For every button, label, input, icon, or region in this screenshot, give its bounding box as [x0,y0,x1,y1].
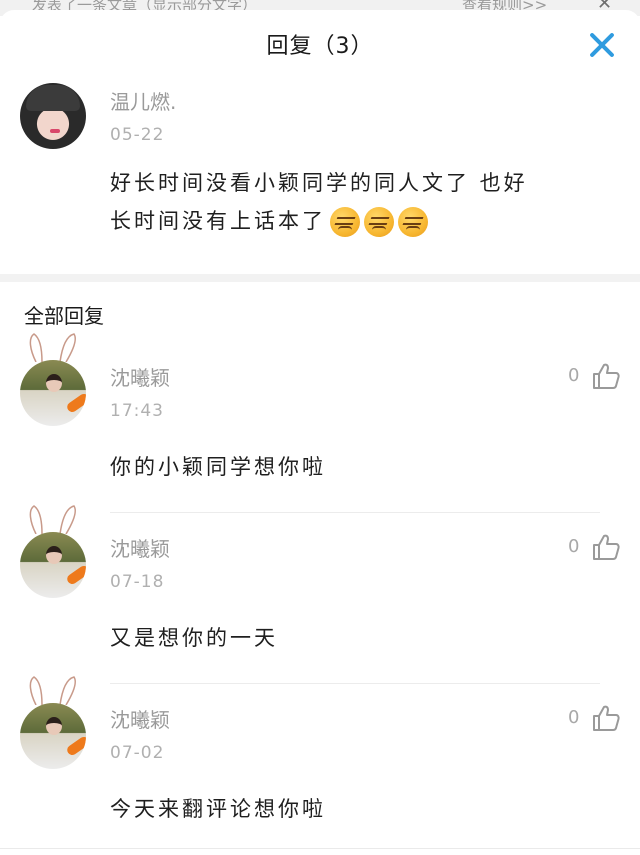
grimacing-face-icon [364,207,394,237]
reply-like-count: 0 [568,365,580,386]
grimacing-face-icon [330,207,360,237]
bunny-ears-icon [29,333,77,362]
reply-text: 你的小颖同学想你啦 [110,455,326,479]
reply-like-count: 0 [568,536,580,557]
original-comment-line-2-text: 长时间没有上话本了 [110,209,326,233]
reply-avatar[interactable] [20,360,86,426]
all-replies-heading: 全部回复 [24,304,104,328]
bunny-ears-icon [29,676,77,705]
thumbs-up-icon[interactable] [591,703,621,733]
reply-author-name[interactable]: 沈曦颖 [110,533,170,562]
reply-author-name[interactable]: 沈曦颖 [110,362,170,391]
thumbs-up-icon[interactable] [591,532,621,562]
thumbs-up-icon[interactable] [591,361,621,391]
original-comment-line-1: 好长时间没看小颖同学的同人文了 也好 [110,171,528,195]
reply-divider [110,512,600,513]
bunny-ears-icon [29,505,77,534]
bottom-divider [0,848,640,849]
sheet-header: 回复（3） [0,10,640,80]
reply-time: 07-02 [110,743,165,763]
sheet-title: 回复（3） [266,34,374,59]
grimacing-face-icon [398,207,428,237]
reply-divider [110,683,600,684]
original-comment-line-2: 长时间没有上话本了 [110,202,630,240]
reply-like-count: 0 [568,707,580,728]
section-separator [0,274,640,282]
reply-avatar[interactable] [20,703,86,769]
original-author-name[interactable]: 温儿燃. [110,86,176,115]
reply-author-name[interactable]: 沈曦颖 [110,704,170,733]
reply-sheet: 回复（3） 温儿燃. 05-22 好长时间没看小颖同学的同人文了 也好 长时间没… [0,10,640,855]
reply-avatar[interactable] [20,532,86,598]
close-icon[interactable] [584,28,618,62]
reply-text: 又是想你的一天 [110,626,278,650]
reply-time: 17:43 [110,401,164,421]
reply-text: 今天来翻评论想你啦 [110,797,326,821]
original-date: 05-22 [110,125,165,145]
original-author-avatar[interactable] [20,83,86,149]
original-comment-text: 好长时间没看小颖同学的同人文了 也好 长时间没有上话本了 [110,164,630,240]
reply-time: 07-18 [110,572,165,592]
